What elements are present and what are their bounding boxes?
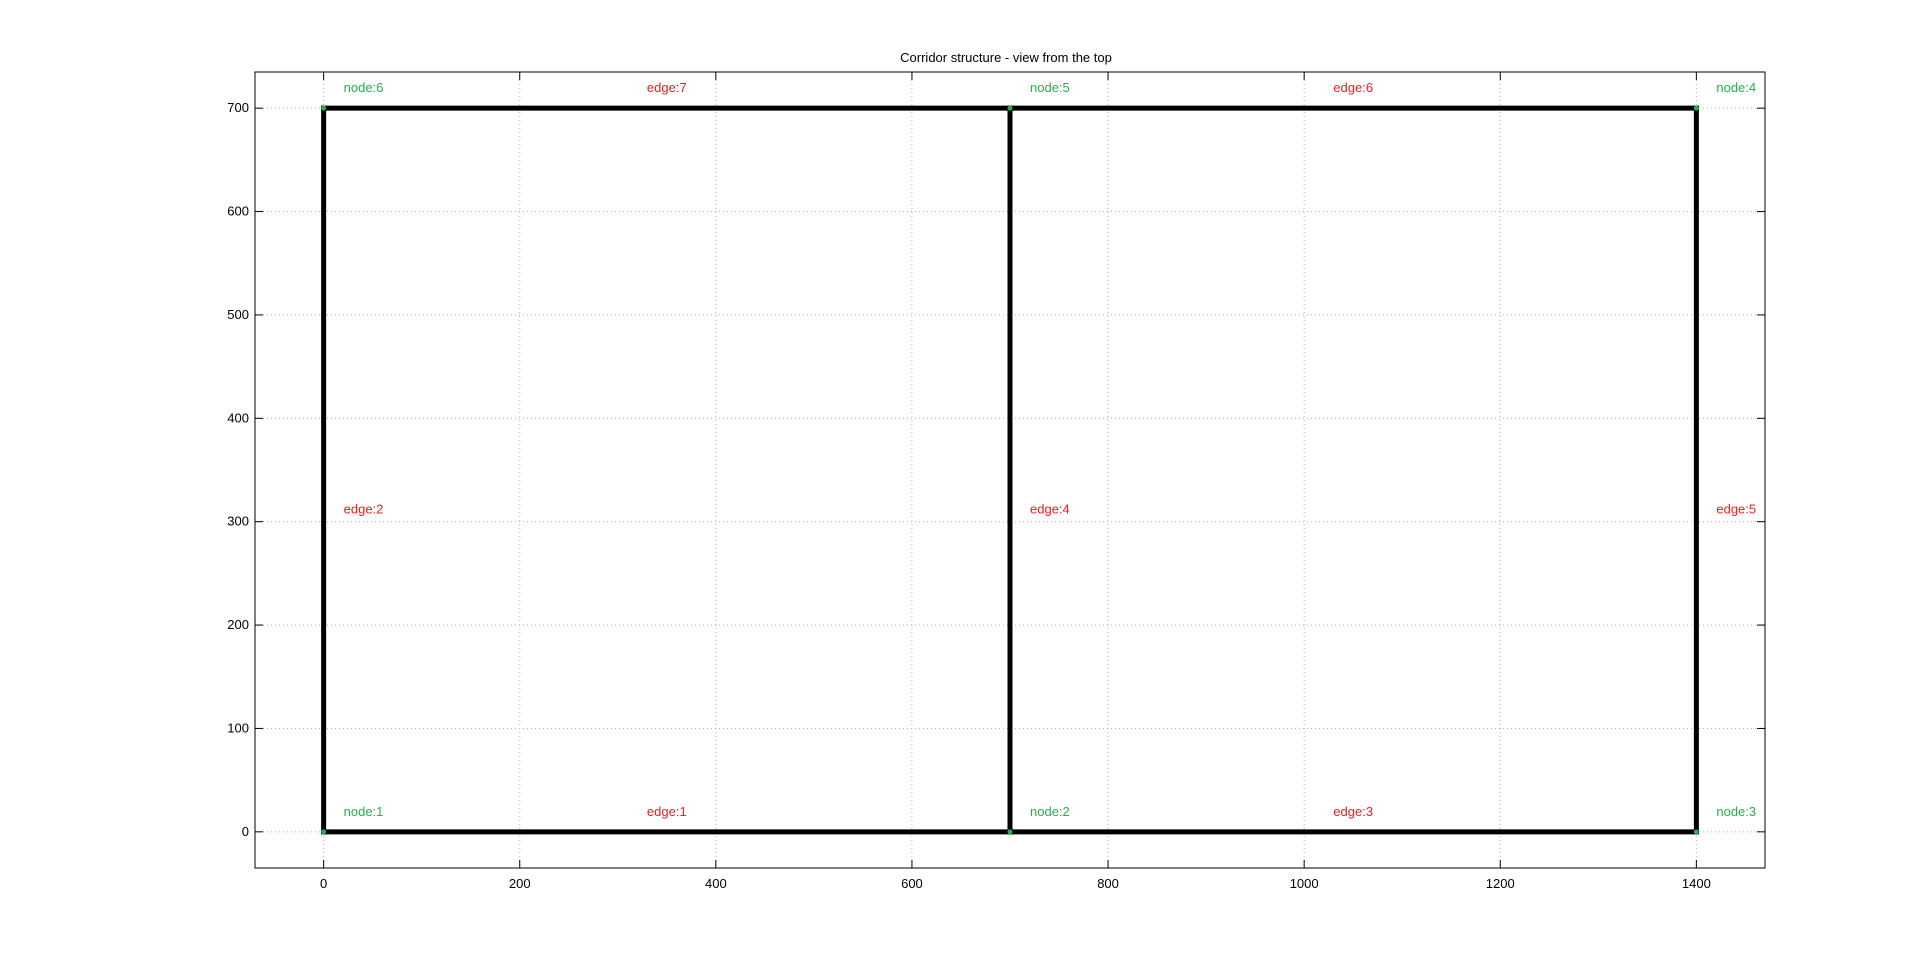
y-tick-label: 600 [227,204,249,219]
edge-label-2: edge:2 [344,501,384,516]
x-tick-label: 800 [1097,876,1119,891]
corridor-chart: Corridor structure - view from the top e… [227,50,1766,891]
figure-window: Corridor structure - view from the top e… [0,0,1921,963]
edge-layer [321,105,1699,835]
edge-label-7: edge:7 [647,80,687,95]
y-tick-label: 700 [227,100,249,115]
node-label-3: node:3 [1716,804,1756,819]
y-tick-label: 500 [227,307,249,322]
label-layer: edge:1 edge:2 edge:3 edge:4 edge:5 edge:6 edge… [344,80,1756,819]
node-label-4: node:4 [1716,80,1756,95]
x-tick-label: 1400 [1682,876,1711,891]
x-tick-label: 600 [901,876,923,891]
node-marker-2 [1007,829,1013,835]
tick-layer: 0 200 400 600 800 1000 1200 1400 0 100 200 300 400 50… [227,72,1765,891]
y-tick-label: 400 [227,410,249,425]
edge-label-5: edge:5 [1716,501,1756,516]
x-tick-label: 1200 [1486,876,1515,891]
y-tick-label: 300 [227,514,249,529]
node-marker-1 [321,829,327,835]
edge-label-3: edge:3 [1333,804,1373,819]
y-tick-label: 100 [227,720,249,735]
y-tick-label: 0 [242,824,249,839]
node-label-2: node:2 [1030,804,1070,819]
y-tick-label: 200 [227,617,249,632]
edge-label-1: edge:1 [647,804,687,819]
x-tick-label: 400 [705,876,727,891]
node-marker-4 [1693,105,1699,111]
node-marker-3 [1693,829,1699,835]
edge-label-6: edge:6 [1333,80,1373,95]
x-tick-label: 1000 [1290,876,1319,891]
edge-label-4: edge:4 [1030,501,1070,516]
node-label-1: node:1 [344,804,384,819]
x-tick-label: 200 [509,876,531,891]
x-tick-label: 0 [320,876,327,891]
node-marker-6 [321,105,327,111]
node-label-6: node:6 [344,80,384,95]
chart-title: Corridor structure - view from the top [900,50,1112,65]
node-marker-5 [1007,105,1013,111]
node-label-5: node:5 [1030,80,1070,95]
